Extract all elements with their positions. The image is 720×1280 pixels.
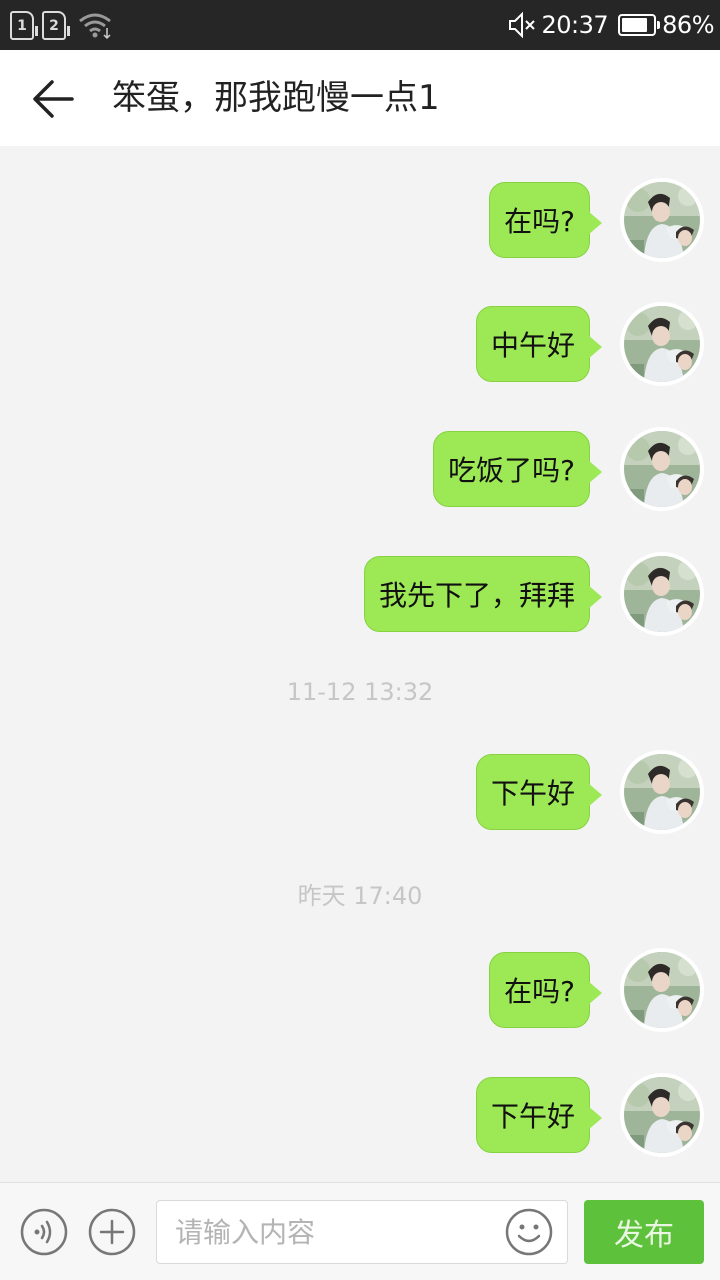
message-bubble[interactable]: 在吗? [489, 952, 602, 1028]
message-bubble[interactable]: 吃饭了吗? [433, 431, 602, 507]
mute-icon [509, 11, 536, 39]
avatar-image [624, 431, 700, 507]
battery-percentage: 86% [662, 11, 714, 39]
sim1-icon: 1 [10, 10, 38, 40]
status-bar: 1 2 20:37 86% [0, 0, 720, 50]
message-bubble[interactable]: 我先下了，拜拜 [363, 556, 603, 632]
avatar[interactable] [620, 178, 704, 262]
voice-input-icon[interactable] [20, 1208, 68, 1256]
message-row: 在吗? [489, 178, 704, 262]
input-bar: 发布 [0, 1182, 720, 1280]
message-bubble[interactable]: 下午好 [475, 1077, 603, 1153]
battery-level [622, 18, 648, 32]
message-bubble[interactable]: 下午好 [475, 754, 603, 830]
avatar[interactable] [620, 750, 704, 834]
message-bubble[interactable]: 在吗? [489, 182, 602, 258]
avatar[interactable] [620, 552, 704, 636]
avatar[interactable] [620, 302, 704, 386]
avatar[interactable] [620, 427, 704, 511]
avatar[interactable] [620, 1073, 704, 1157]
wifi-icon [79, 13, 111, 40]
message-input[interactable] [157, 1201, 497, 1263]
avatar-image [624, 306, 700, 382]
timestamp: 昨天 17:40 [297, 882, 423, 910]
chat-header: 笨蛋，那我跑慢一点1 [0, 50, 720, 146]
avatar-image [624, 556, 700, 632]
emoji-icon[interactable] [505, 1208, 553, 1256]
message-input-field [156, 1200, 568, 1264]
avatar-image [624, 182, 700, 258]
back-arrow-icon[interactable] [28, 76, 78, 122]
avatar-image [624, 952, 700, 1028]
plus-icon[interactable] [88, 1208, 136, 1256]
message-row: 下午好 [475, 750, 704, 834]
message-row: 下午好 [475, 1073, 704, 1157]
message-row: 在吗? [489, 948, 704, 1032]
message-list[interactable]: 在吗? 中午好 吃饭了吗? 我先下了，拜拜 11-12 13:32 下午好 昨天… [0, 146, 720, 1182]
message-bubble[interactable]: 中午好 [475, 306, 603, 382]
message-row: 吃饭了吗? [433, 427, 704, 511]
avatar-image [624, 1077, 700, 1153]
message-row: 中午好 [475, 302, 704, 386]
avatar-image [624, 754, 700, 830]
clock: 20:37 [541, 11, 609, 39]
sim2-icon: 2 [42, 10, 70, 40]
battery-icon [618, 14, 661, 36]
chat-title: 笨蛋，那我跑慢一点1 [112, 78, 440, 118]
send-button[interactable]: 发布 [584, 1200, 704, 1264]
avatar[interactable] [620, 948, 704, 1032]
message-row: 我先下了，拜拜 [363, 552, 704, 636]
timestamp: 11-12 13:32 [286, 678, 434, 706]
